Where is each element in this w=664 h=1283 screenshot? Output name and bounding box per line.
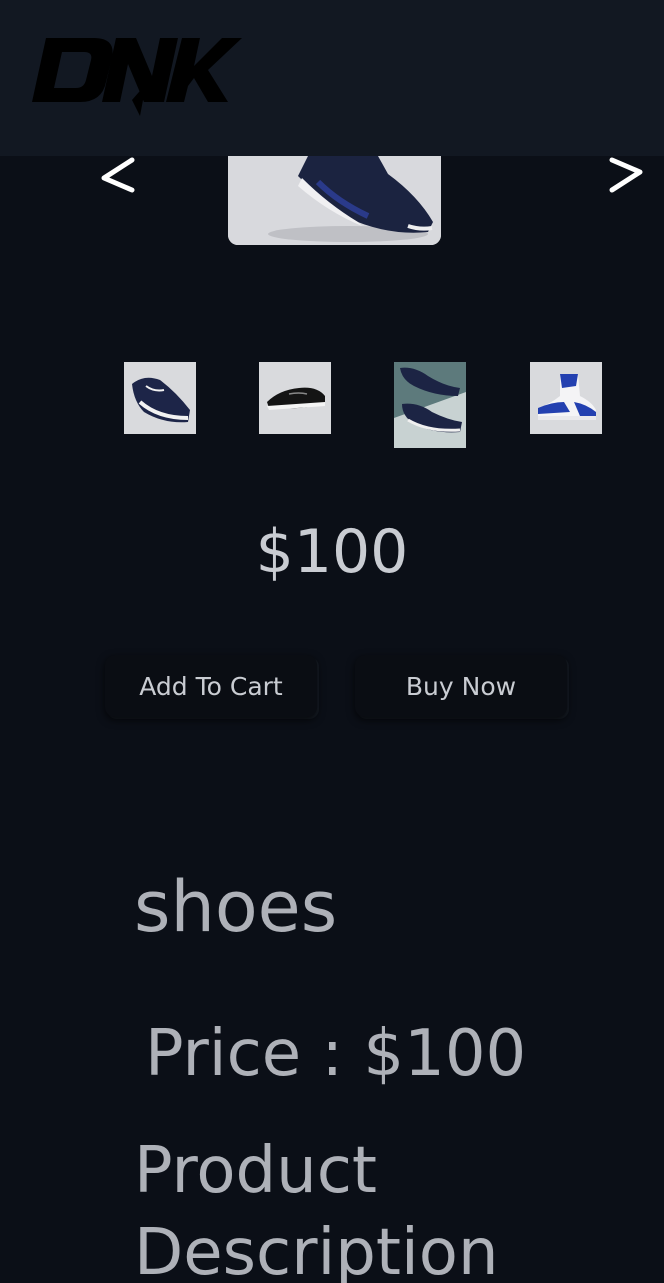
next-image-button[interactable] <box>600 152 650 200</box>
product-page: $100 Add To Cart Buy Now shoes Price : $… <box>0 0 664 1283</box>
thumbnail-black-sneaker[interactable] <box>259 362 331 434</box>
product-description-heading: Product Description <box>134 1134 499 1283</box>
add-to-cart-button[interactable]: Add To Cart <box>105 655 317 717</box>
thumbnail-navy-running-shoe[interactable] <box>124 362 196 434</box>
brand-logo[interactable] <box>32 24 242 116</box>
previous-image-button[interactable] <box>94 152 144 200</box>
thumbnail-blue-white-high-top[interactable] <box>530 362 602 434</box>
product-name: shoes <box>134 866 338 948</box>
product-price-display: $100 <box>255 517 409 587</box>
thumbnail-navy-shoes-pair[interactable] <box>394 362 466 448</box>
main-product-image <box>228 156 441 245</box>
buy-now-button[interactable]: Buy Now <box>355 655 567 717</box>
header <box>0 0 664 156</box>
product-price-line: Price : $100 <box>145 1017 527 1091</box>
